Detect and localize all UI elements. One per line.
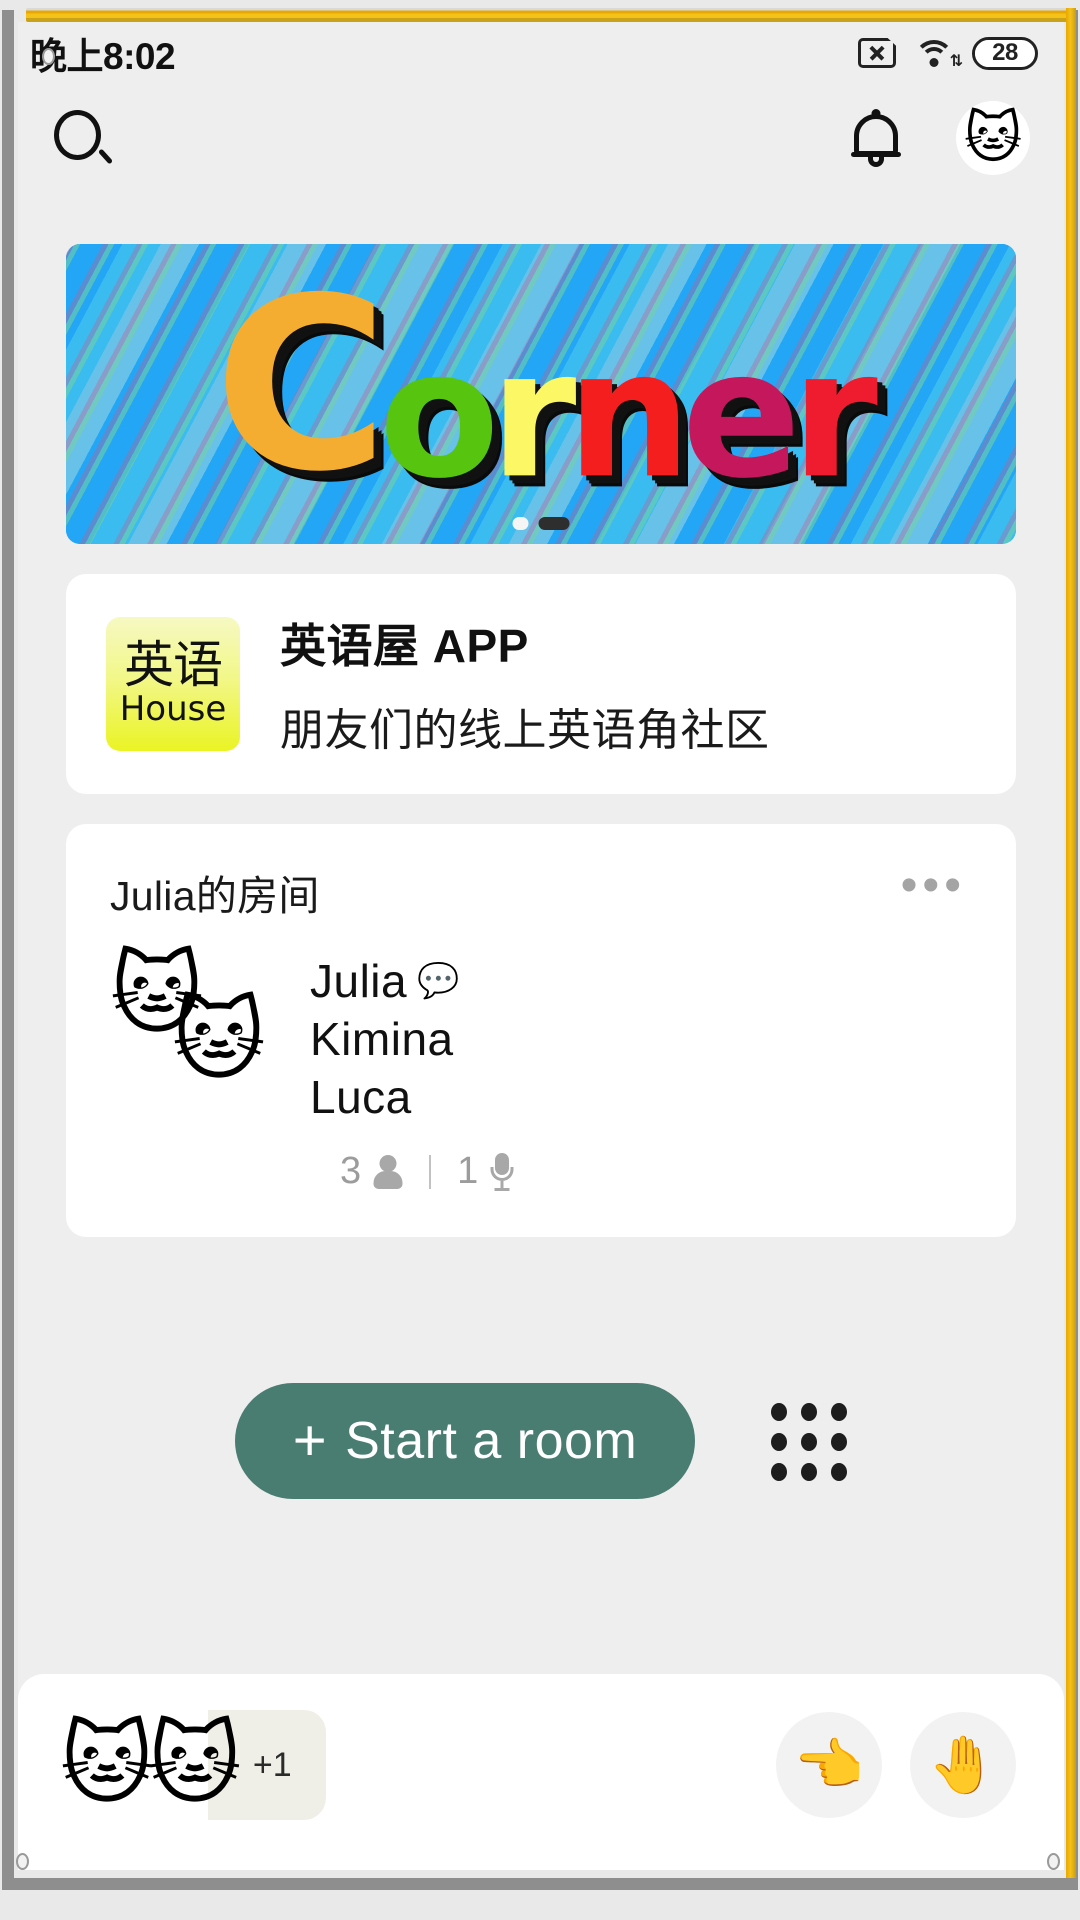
app-nav-bar: 🐱: [18, 84, 1064, 192]
app-logo-en-text: House: [119, 688, 227, 729]
status-bar: 晚上8:02 ⇅ 28: [18, 22, 1064, 84]
room-people-count: 3: [340, 1150, 362, 1192]
room-avatar[interactable]: 🐱: [172, 996, 266, 1086]
app-logo-cn-text: 英语: [124, 635, 223, 694]
profile-avatar[interactable]: 🐱: [956, 101, 1030, 175]
app-info-card[interactable]: 英语 House 英语屋 APP 朋友们的线上英语角社区: [66, 574, 1016, 794]
banner-letter: r: [791, 312, 878, 518]
room-card[interactable]: Julia的房间 ••• 🐱 🐱 Julia 💬 Kimina Luca 3 1: [66, 824, 1016, 1237]
sim-card-no-service-icon: [858, 38, 896, 68]
banner-letter: r: [489, 312, 577, 518]
frame-gold-top-bar: [26, 8, 1076, 22]
frame-gold-side-bar: [1066, 8, 1076, 1878]
start-room-button[interactable]: + Start a room: [234, 1383, 696, 1499]
room-member: Julia 💬: [310, 954, 460, 1008]
room-member: Luca: [310, 1070, 460, 1124]
wifi-icon: ⇅: [913, 38, 963, 69]
carousel-dot-active[interactable]: [538, 517, 570, 530]
bottom-avatar[interactable]: 🐱: [60, 1720, 154, 1810]
banner-letter: o: [378, 312, 500, 518]
plus-icon: +: [292, 1407, 328, 1473]
banner-letter: n: [566, 312, 691, 518]
bottom-bar: 🐱 🐱 +1 👈 🤚: [18, 1674, 1064, 1870]
start-room-label: Start a room: [345, 1412, 638, 1470]
app-info-text: 英语屋 APP 朋友们的线上英语角社区: [280, 610, 770, 758]
room-more-options-button[interactable]: •••: [901, 861, 972, 909]
carousel-dot[interactable]: [512, 517, 529, 530]
battery-level-text: 28: [992, 39, 1018, 67]
room-card-header: Julia的房间 •••: [110, 861, 972, 922]
room-title: Julia的房间: [110, 873, 320, 919]
room-member-name: Julia: [310, 955, 408, 1007]
battery-indicator: 28: [972, 36, 1038, 70]
promo-banner-carousel[interactable]: Corner: [66, 244, 1016, 544]
room-stats: 3 1: [340, 1150, 972, 1193]
frame-handle-bottom-right[interactable]: [1047, 1853, 1060, 1870]
speech-bubble-icon: 💬: [417, 962, 460, 1000]
search-icon[interactable]: [54, 110, 114, 166]
bottom-action-buttons: 👈 🤚: [776, 1712, 1016, 1818]
bottom-avatar[interactable]: 🐱: [148, 1720, 242, 1810]
pointing-hand-button[interactable]: 👈: [776, 1712, 882, 1818]
room-member: Kimina: [310, 1012, 460, 1066]
person-icon: [373, 1154, 403, 1189]
frame-edge-bottom: [2, 1878, 1078, 1890]
frame-handle-bottom-left[interactable]: [16, 1853, 29, 1870]
notifications-bell-icon[interactable]: [850, 109, 902, 167]
apps-grid-icon[interactable]: [771, 1403, 848, 1481]
banner-letter: e: [681, 312, 801, 518]
app-name: 英语屋 APP: [280, 620, 529, 672]
room-card-body: 🐱 🐱 Julia 💬 Kimina Luca: [110, 950, 972, 1124]
app-description: 朋友们的线上英语角社区: [280, 706, 770, 755]
room-member-name: Kimina: [310, 1013, 454, 1065]
app-logo: 英语 House: [106, 617, 240, 751]
stats-separator: [429, 1154, 432, 1189]
status-icons: ⇅ 28: [858, 36, 1038, 70]
room-avatar-stack: 🐱 🐱: [110, 950, 300, 1100]
frame-edge-left: [2, 10, 14, 1878]
microphone-icon: [490, 1152, 514, 1191]
room-mic-count: 1: [457, 1150, 479, 1192]
phone-screen: 晚上8:02 ⇅ 28 🐱 Corner 英语 House 英语屋 APP 朋友…: [18, 22, 1064, 1870]
bottom-avatar-group[interactable]: 🐱 🐱 +1: [60, 1710, 326, 1820]
room-member-name: Luca: [310, 1071, 412, 1123]
room-member-names: Julia 💬 Kimina Luca: [310, 950, 460, 1124]
cta-row: + Start a room: [66, 1383, 1016, 1499]
banner-wordmark: Corner: [66, 267, 1016, 518]
main-content: Corner 英语 House 英语屋 APP 朋友们的线上英语角社区 Juli…: [18, 244, 1064, 1499]
screenshot-editor-frame: 晚上8:02 ⇅ 28 🐱 Corner 英语 House 英语屋 APP 朋友…: [0, 0, 1080, 1920]
raise-hand-button[interactable]: 🤚: [910, 1712, 1016, 1818]
frame-handle-top-left[interactable]: [42, 48, 55, 65]
banner-letter: C: [214, 247, 389, 525]
wifi-data-arrows-icon: ⇅: [949, 52, 963, 70]
carousel-dots: [512, 517, 570, 530]
